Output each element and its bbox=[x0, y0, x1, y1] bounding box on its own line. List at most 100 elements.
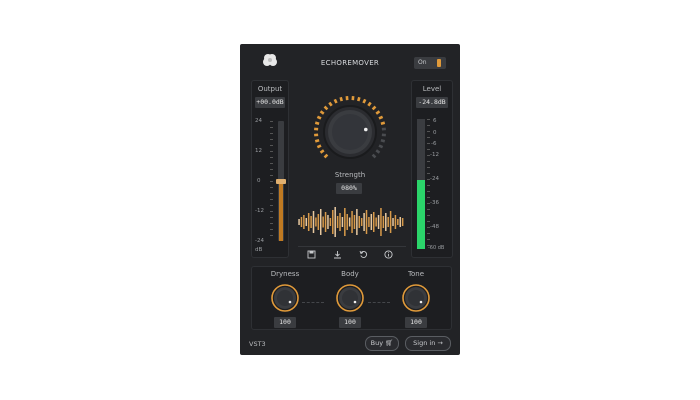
waveform-bar bbox=[385, 213, 387, 231]
level-tick: -6 bbox=[431, 141, 437, 147]
output-unit: dB bbox=[255, 247, 263, 253]
level-tick: -36 bbox=[430, 200, 439, 206]
dryness-label: Dryness bbox=[270, 270, 300, 278]
waveform-bar bbox=[305, 218, 308, 226]
knob-connector bbox=[368, 302, 390, 303]
power-label: On bbox=[418, 59, 427, 66]
buy-label: Buy bbox=[370, 339, 384, 347]
level-meter-fill bbox=[417, 180, 425, 249]
strength-ring-dot bbox=[381, 133, 386, 137]
level-readout: -24.8dB bbox=[416, 97, 448, 108]
strength-ring-dot bbox=[351, 96, 355, 101]
waveform-bar bbox=[334, 207, 336, 237]
dryness-knob[interactable] bbox=[271, 284, 299, 312]
waveform-bar bbox=[329, 218, 332, 226]
level-tick: -48 bbox=[430, 224, 439, 230]
strength-ring-dot bbox=[357, 96, 361, 102]
format-label: VST3 bbox=[249, 340, 266, 348]
info-icon[interactable] bbox=[384, 250, 393, 259]
output-fader-handle[interactable] bbox=[276, 178, 286, 184]
waveform-bar bbox=[365, 210, 368, 234]
strength-ring-dot bbox=[319, 149, 325, 154]
strength-ring-dot bbox=[333, 98, 338, 104]
waveform-bar bbox=[363, 213, 365, 231]
waveform-bar bbox=[377, 215, 380, 229]
waveform-bar bbox=[351, 211, 353, 233]
waveform-bar bbox=[380, 208, 382, 236]
waveform-bar bbox=[344, 208, 346, 236]
sign-in-button[interactable]: Sign in → bbox=[405, 336, 451, 351]
waveform-bar bbox=[348, 217, 351, 227]
output-tick: 24 bbox=[255, 118, 262, 124]
save-icon[interactable] bbox=[307, 250, 316, 259]
power-indicator bbox=[437, 59, 441, 67]
strength-ring-dot bbox=[314, 133, 319, 137]
waveform-bar bbox=[327, 215, 329, 229]
waveform-bar bbox=[332, 210, 334, 234]
undo-icon[interactable] bbox=[359, 250, 368, 259]
waveform-bar bbox=[368, 217, 370, 227]
waveform-bar bbox=[307, 213, 310, 231]
output-tick: -24 bbox=[255, 238, 264, 244]
body-readout[interactable]: 100 bbox=[339, 317, 361, 328]
waveform-display bbox=[298, 207, 404, 237]
waveform-bar bbox=[339, 213, 341, 231]
output-readout[interactable]: +00.0dB bbox=[255, 97, 285, 108]
waveform-bar bbox=[370, 214, 373, 230]
dryness-readout[interactable]: 100 bbox=[274, 317, 296, 328]
strength-ring-dot bbox=[371, 153, 377, 159]
plugin-window: ECHOREMOVER On Output +00.0dB 24 12 0 -1… bbox=[240, 44, 460, 355]
body-knob[interactable] bbox=[336, 284, 364, 312]
output-fader[interactable] bbox=[276, 121, 286, 241]
waveform-bar bbox=[372, 212, 375, 232]
level-tick: 6 bbox=[433, 118, 437, 124]
waveform-bar bbox=[324, 212, 327, 232]
strength-ring-dot bbox=[314, 139, 320, 143]
output-label: Output bbox=[257, 85, 283, 93]
waveform-bar bbox=[382, 216, 385, 228]
waveform-bar bbox=[312, 211, 315, 233]
level-tick: -12 bbox=[430, 152, 439, 158]
knob-connector bbox=[302, 302, 324, 303]
tone-knob[interactable] bbox=[402, 284, 430, 312]
download-icon[interactable] bbox=[333, 250, 342, 259]
waveform-bar bbox=[397, 219, 399, 225]
level-panel: Level -24.8dB 6 0 -6 -12 -24 -36 -48 -60… bbox=[411, 80, 453, 258]
strength-ring-dot bbox=[314, 127, 319, 131]
strength-ring-dot bbox=[328, 101, 333, 107]
strength-ring-dot bbox=[339, 96, 343, 102]
strength-ring-dot bbox=[378, 115, 384, 120]
strength-ring-dot bbox=[381, 127, 386, 131]
tone-label: Tone bbox=[407, 270, 425, 278]
strength-ring-dot bbox=[378, 144, 384, 149]
waveform-bar bbox=[346, 214, 348, 230]
logo-icon bbox=[263, 54, 277, 66]
waveform-bar bbox=[319, 209, 322, 235]
waveform-bar bbox=[315, 217, 317, 227]
strength-ring-dot bbox=[375, 149, 381, 154]
level-tick: -24 bbox=[430, 176, 439, 182]
power-toggle[interactable]: On bbox=[414, 57, 446, 69]
waveform-bar bbox=[358, 216, 361, 228]
tone-readout[interactable]: 100 bbox=[405, 317, 427, 328]
output-fader-fill bbox=[279, 181, 283, 241]
body-label: Body bbox=[341, 270, 359, 278]
strength-ring-dot bbox=[323, 105, 329, 111]
output-tick: 0 bbox=[257, 178, 261, 184]
waveform-bar bbox=[353, 215, 356, 229]
strength-ring-dot bbox=[316, 115, 322, 120]
waveform-bar bbox=[356, 209, 358, 235]
sign-in-icon: → bbox=[437, 339, 443, 347]
toolbar bbox=[298, 246, 406, 259]
waveform-bar bbox=[298, 219, 300, 225]
output-panel: Output +00.0dB 24 12 0 -12 -24 dB bbox=[251, 80, 289, 258]
waveform-bar bbox=[300, 217, 303, 227]
waveform-bar bbox=[336, 216, 339, 228]
strength-ring-dot bbox=[362, 98, 367, 104]
strength-ring-dot bbox=[380, 139, 386, 143]
strength-readout[interactable]: 080% bbox=[336, 183, 362, 194]
buy-button[interactable]: Buy 🛒︎ bbox=[365, 336, 399, 351]
strength-knob[interactable] bbox=[310, 92, 390, 172]
waveform-bar bbox=[394, 215, 397, 229]
output-scale bbox=[270, 121, 273, 241]
